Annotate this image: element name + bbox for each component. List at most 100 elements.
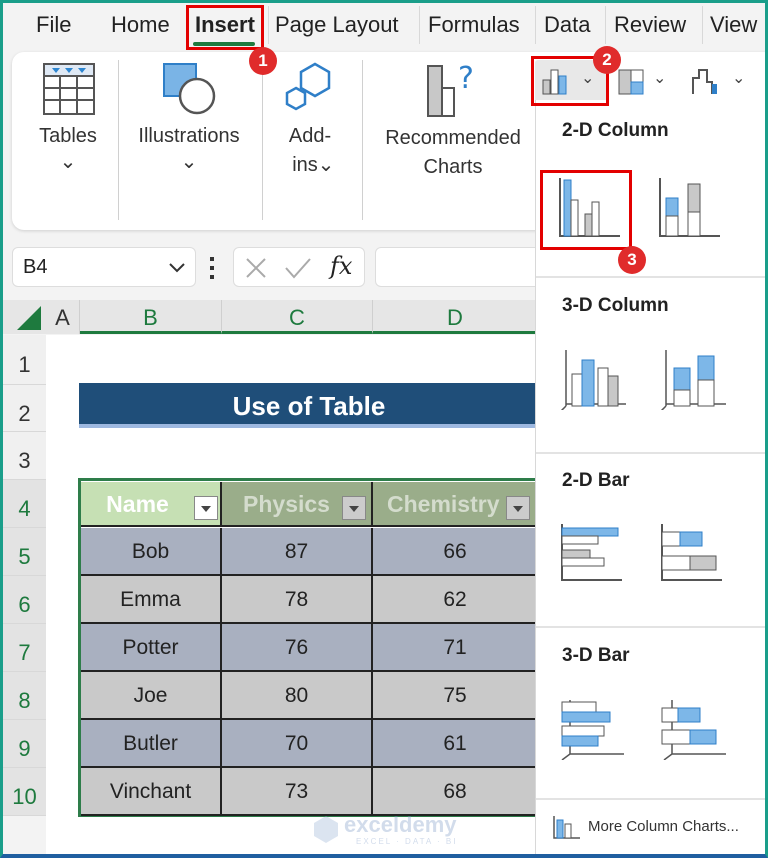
addins-icon xyxy=(285,62,331,111)
tables-label: Tables xyxy=(39,125,97,147)
table-cell[interactable]: 75 xyxy=(373,672,537,720)
divider xyxy=(535,6,536,44)
insert-waterfall-chart-button[interactable]: ⌄ xyxy=(688,62,758,102)
row-header[interactable]: 5 xyxy=(3,528,46,576)
header-physics[interactable]: Physics xyxy=(222,482,373,527)
table-cell[interactable]: 87 xyxy=(222,528,373,576)
more-column-charts-label: More Column Charts... xyxy=(588,818,739,835)
exceldemy-watermark: exceldemy EXCEL · DATA · BI xyxy=(312,812,462,848)
divider xyxy=(268,6,269,44)
clustered-bar-chart-icon[interactable] xyxy=(558,522,624,582)
3d-stacked-bar-chart-icon[interactable] xyxy=(658,698,728,760)
divider xyxy=(118,60,119,220)
tab-review[interactable]: Review xyxy=(614,8,686,44)
table-cell[interactable]: 61 xyxy=(373,720,537,768)
divider xyxy=(536,452,768,454)
cancel-icon[interactable] xyxy=(244,256,268,280)
divider xyxy=(419,6,420,44)
3d-clustered-bar-chart-icon[interactable] xyxy=(556,698,626,760)
table-cell[interactable]: Vinchant xyxy=(81,768,222,816)
sheet-title: Use of Table xyxy=(79,383,539,428)
tab-view[interactable]: View xyxy=(710,8,757,44)
row-header[interactable]: 7 xyxy=(3,624,46,672)
column-header-d[interactable]: D xyxy=(373,300,538,334)
header-chemistry[interactable]: Chemistry xyxy=(373,482,537,527)
insert-hierarchy-chart-button[interactable]: ⌄ xyxy=(615,62,675,102)
table-cell[interactable]: 78 xyxy=(222,576,373,624)
svg-text:?: ? xyxy=(458,62,474,96)
insert-function-icon[interactable]: fx xyxy=(330,252,352,280)
tab-formulas[interactable]: Formulas xyxy=(428,8,520,44)
watermark-tagline: EXCEL · DATA · BI xyxy=(356,837,458,846)
table-cell[interactable]: 66 xyxy=(373,528,537,576)
section-2d-bar: 2-D Bar xyxy=(562,470,630,491)
stacked-column-chart-icon[interactable] xyxy=(656,176,722,238)
tab-page-layout[interactable]: Page Layout xyxy=(275,8,399,44)
table-cell[interactable]: 76 xyxy=(222,624,373,672)
row-header[interactable]: 2 xyxy=(3,385,46,432)
stacked-bar-chart-icon[interactable] xyxy=(658,522,724,582)
table-cell[interactable]: Emma xyxy=(81,576,222,624)
divider xyxy=(262,60,263,220)
filter-dropdown-icon[interactable] xyxy=(194,496,218,520)
recommended-label-2: Charts xyxy=(423,156,483,178)
highlight-insert-tab xyxy=(186,5,264,50)
table-icon xyxy=(43,63,95,115)
row-header[interactable]: 10 xyxy=(3,768,46,816)
table-cell[interactable]: 71 xyxy=(373,624,537,672)
tab-home[interactable]: Home xyxy=(111,8,170,44)
table-cell[interactable]: Joe xyxy=(81,672,222,720)
filter-dropdown-icon[interactable] xyxy=(342,496,366,520)
table-cell[interactable]: Potter xyxy=(81,624,222,672)
table-cell[interactable]: 80 xyxy=(222,672,373,720)
3d-stacked-column-chart-icon[interactable] xyxy=(658,348,728,410)
3d-clustered-column-chart-icon[interactable] xyxy=(558,348,628,410)
enter-icon[interactable] xyxy=(284,256,312,280)
section-2d-column: 2-D Column xyxy=(562,120,669,141)
table-cell[interactable]: 62 xyxy=(373,576,537,624)
filter-dropdown-icon[interactable] xyxy=(506,496,530,520)
table-cell[interactable]: 73 xyxy=(222,768,373,816)
divider xyxy=(536,798,768,800)
step-badge-1: 1 xyxy=(249,47,277,75)
row-header[interactable]: 8 xyxy=(3,672,46,720)
column-header-a[interactable]: A xyxy=(46,300,80,334)
formula-buttons: fx xyxy=(233,247,365,287)
header-name[interactable]: Name xyxy=(81,482,222,527)
row-header[interactable]: 4 xyxy=(3,480,46,528)
section-3d-column: 3-D Column xyxy=(562,295,669,316)
column-header-c[interactable]: C xyxy=(222,300,373,334)
column-chart-icon xyxy=(553,816,580,839)
more-column-charts-link[interactable]: More Column Charts... xyxy=(550,810,762,844)
watermark-name: exceldemy xyxy=(344,812,457,837)
step-badge-3: 3 xyxy=(618,246,646,274)
name-box[interactable]: B4 xyxy=(12,247,196,287)
exceldemy-logo-icon xyxy=(314,816,338,843)
divider xyxy=(605,6,606,44)
table-cell[interactable]: Bob xyxy=(81,528,222,576)
chevron-down-icon: ⌄ xyxy=(180,151,198,173)
row-header[interactable]: 3 xyxy=(3,432,46,480)
header-label: Chemistry xyxy=(387,491,500,517)
row-header[interactable]: 6 xyxy=(3,576,46,624)
row-header[interactable]: 9 xyxy=(3,720,46,768)
waterfall-chart-icon xyxy=(692,69,717,94)
chevron-down-icon: ⌄ xyxy=(59,151,77,173)
column-header-b[interactable]: B xyxy=(80,300,222,334)
tab-data[interactable]: Data xyxy=(544,8,590,44)
select-all-button[interactable] xyxy=(3,300,46,334)
name-box-value: B4 xyxy=(23,256,48,278)
table-cell[interactable]: Butler xyxy=(81,720,222,768)
tab-file[interactable]: File xyxy=(36,8,71,44)
addins-label: Add- xyxy=(288,125,332,147)
row-header[interactable]: 1 xyxy=(3,335,46,385)
step-badge-2: 2 xyxy=(593,46,621,74)
divider xyxy=(702,6,703,44)
table-cell[interactable]: 70 xyxy=(222,720,373,768)
more-options-icon[interactable] xyxy=(210,255,216,281)
recommended-charts-icon: ? xyxy=(427,62,474,117)
shapes-icon xyxy=(163,63,216,115)
table-cell[interactable]: 68 xyxy=(373,768,537,816)
divider xyxy=(536,626,768,628)
chevron-down-icon: ⌄ xyxy=(732,70,746,87)
